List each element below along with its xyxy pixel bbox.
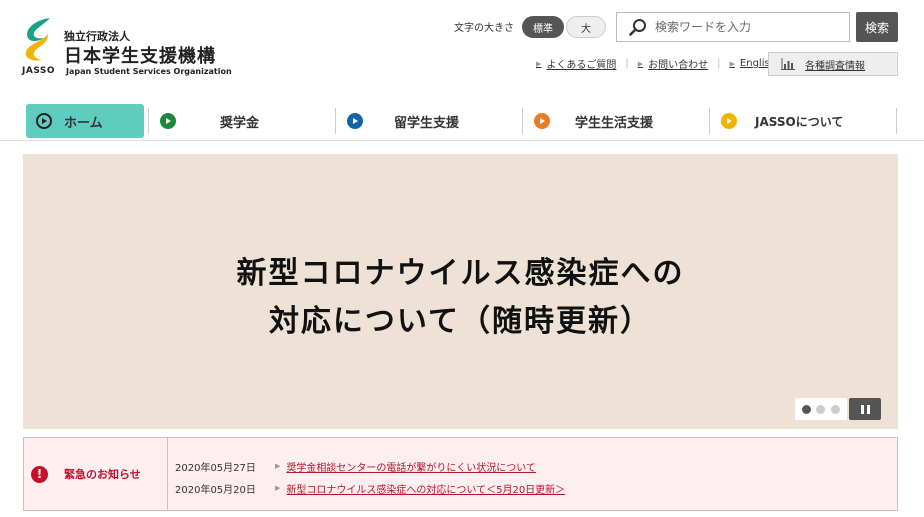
- global-nav: ホーム 奨学金 留学生支援 学生生活支援 JASSOについて: [24, 104, 898, 140]
- hero-title-line-1: 新型コロナウイルス感染症への: [236, 256, 685, 291]
- pause-icon: [860, 404, 864, 414]
- notice-date: 2020年05月27日: [175, 462, 256, 474]
- org-abbreviation: JASSO: [22, 66, 56, 76]
- slide-dot[interactable]: [801, 404, 811, 414]
- notice-link[interactable]: 奨学金相談センターの電話が繋がりにくい状況について: [286, 459, 536, 474]
- play-circle-icon: [534, 113, 550, 129]
- divider: |: [717, 58, 721, 69]
- search-icon: [629, 19, 646, 36]
- nav-item-student-life[interactable]: 学生生活支援: [523, 104, 709, 138]
- nav-item-label: JASSOについて: [755, 114, 844, 129]
- play-circle-icon: [347, 113, 363, 129]
- triangle-right-icon: ▶: [637, 59, 644, 68]
- hero-banner[interactable]: 新型コロナウイルス感染症への 対応について（随時更新）: [23, 154, 898, 429]
- nav-item-label: 留学生支援: [394, 115, 460, 131]
- notice-list: 2020年05月27日 ▶ 奨学金相談センターの電話が繋がりにくい状況について …: [175, 455, 565, 499]
- nav-underline: [0, 140, 924, 141]
- divider: [896, 108, 897, 134]
- triangle-right-icon: ▶: [275, 462, 281, 470]
- search-button[interactable]: 検索: [856, 12, 898, 42]
- faq-link[interactable]: ▶ よくあるご質問: [536, 56, 617, 72]
- triangle-right-icon: ▶: [536, 59, 542, 68]
- contact-link-label: お問い合わせ: [648, 60, 709, 71]
- contact-link[interactable]: ▶ お問い合わせ: [637, 56, 709, 72]
- triangle-right-icon: ▶: [729, 59, 735, 68]
- utility-links: ▶ よくあるご質問 | ▶ お問い合わせ | ▶ English: [536, 56, 776, 71]
- notice-title: 緊急のお知らせ: [64, 468, 141, 481]
- search-box[interactable]: [616, 12, 850, 42]
- site-logo[interactable]: 独立行政法人 日本学生支援機構 JASSO Japan Student Serv…: [20, 16, 240, 78]
- alert-icon: !: [31, 465, 48, 483]
- bar-chart-icon: [781, 58, 795, 70]
- pause-button[interactable]: [849, 398, 881, 420]
- nav-item-label: 奨学金: [220, 115, 260, 131]
- slide-dot[interactable]: [816, 404, 826, 414]
- nav-item-label: ホーム: [64, 115, 103, 131]
- play-circle-icon: [160, 113, 176, 129]
- notice-date: 2020年05月20日: [175, 484, 256, 496]
- survey-info-button[interactable]: 各種調査情報: [768, 52, 898, 76]
- faq-link-label: よくあるご質問: [546, 60, 617, 71]
- emergency-notice: ! 緊急のお知らせ 2020年05月27日 ▶ 奨学金相談センターの電話が繋がり…: [23, 437, 898, 511]
- nav-item-about-jasso[interactable]: JASSOについて: [710, 104, 896, 138]
- nav-item-label: 学生生活支援: [575, 115, 654, 131]
- notice-header: ! 緊急のお知らせ: [24, 438, 168, 510]
- hero-title: 新型コロナウイルス感染症への 対応について（随時更新）: [23, 250, 898, 346]
- font-size-standard-button[interactable]: 標準: [522, 16, 564, 38]
- font-size-large-button[interactable]: 大: [566, 16, 606, 38]
- list-item: 2020年05月27日 ▶ 奨学金相談センターの電話が繋がりにくい状況について: [175, 455, 565, 477]
- font-size-label: 文字の大きさ: [454, 23, 514, 34]
- slide-dot[interactable]: [831, 404, 841, 414]
- play-circle-icon: [721, 113, 737, 129]
- pause-icon-bar: [866, 404, 870, 414]
- triangle-right-icon: ▶: [275, 484, 281, 492]
- jasso-logo-icon: [25, 18, 50, 61]
- search-input[interactable]: [655, 20, 835, 34]
- notice-link[interactable]: 新型コロナウイルス感染症への対応について＜5月20日更新＞: [286, 481, 565, 496]
- list-item: 2020年05月20日 ▶ 新型コロナウイルス感染症への対応について＜5月20日…: [175, 477, 565, 499]
- nav-item-international-students[interactable]: 留学生支援: [336, 104, 522, 138]
- divider: |: [625, 58, 629, 69]
- hero-title-line-2: 対応について（随時更新）: [268, 304, 653, 339]
- play-circle-icon: [36, 113, 52, 129]
- org-name-english: Japan Student Services Organization: [66, 67, 232, 76]
- nav-item-home[interactable]: ホーム: [26, 104, 144, 138]
- org-name: 日本学生支援機構: [64, 46, 216, 67]
- nav-item-scholarship[interactable]: 奨学金: [149, 104, 335, 138]
- slide-indicator: [795, 398, 847, 420]
- survey-info-label: 各種調査情報: [805, 60, 865, 72]
